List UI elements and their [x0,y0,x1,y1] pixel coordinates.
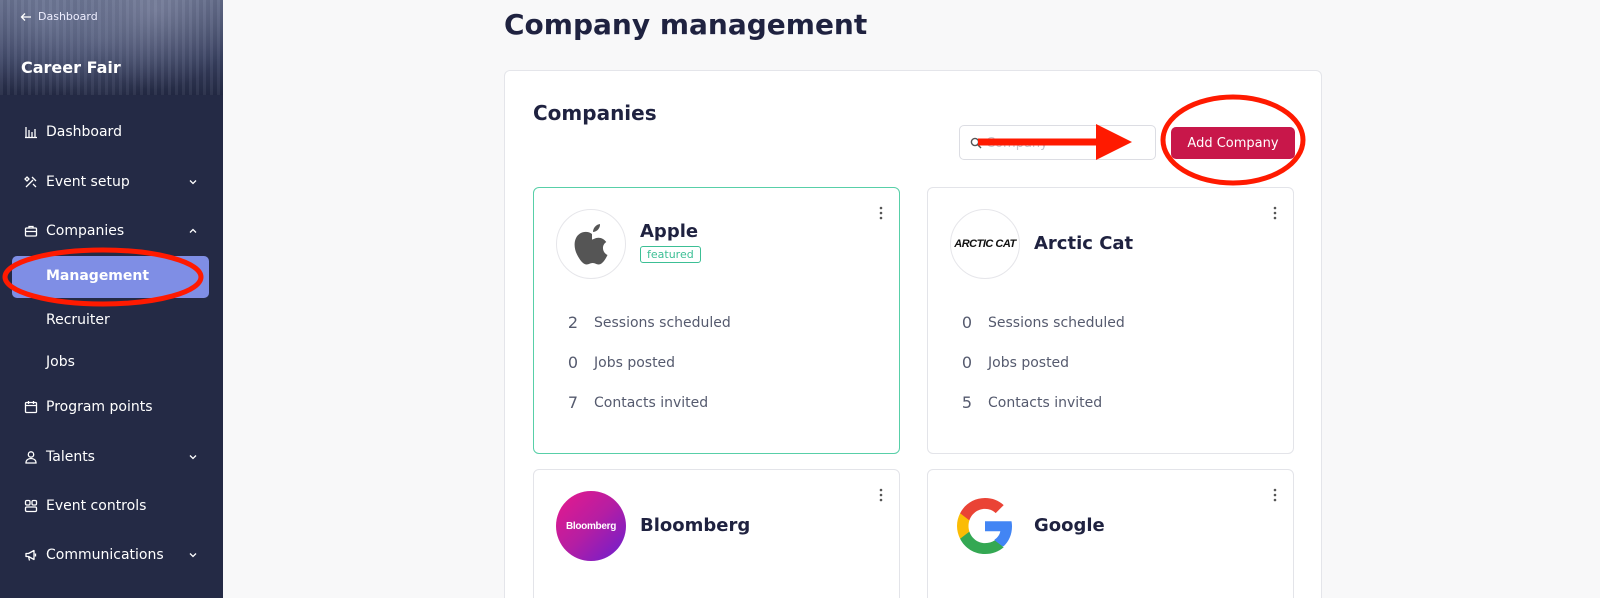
stat-contacts: 5 Contacts invited [950,393,1102,412]
logo-wordmark: ARCTIC CAT [954,238,1016,250]
chevron-down-icon [189,180,197,185]
sidebar-item-companies[interactable]: Companies [24,223,199,239]
event-title: Career Fair [21,58,121,77]
user-icon [25,451,37,464]
company-search [959,125,1156,160]
arctic-cat-logo: ARCTIC CAT [950,209,1020,279]
stat-value: 0 [567,353,579,372]
chevron-up-icon [189,228,197,233]
sidebar-item-label: Communications [46,547,164,563]
stat-value: 0 [961,353,973,372]
stat-value: 7 [567,393,579,412]
apple-logo [556,209,626,279]
bar-chart-icon [25,127,37,139]
calendar-icon [24,401,38,414]
controls-icon [24,499,38,513]
more-options-icon[interactable] [879,488,883,502]
sidebar-item-label: Dashboard [46,124,122,140]
add-company-button[interactable]: Add Company [1171,127,1295,159]
briefcase-icon [24,225,38,237]
sidebar-subitem-jobs[interactable]: Jobs [46,354,75,370]
sidebar-subitem-management[interactable]: Management [12,256,209,298]
search-input[interactable] [986,132,1146,154]
company-card-arctic-cat[interactable]: ARCTIC CAT Arctic Cat 0 Sessions schedule… [927,187,1294,454]
sidebar: Dashboard Career Fair Dashboard Event se… [0,0,223,598]
sidebar-item-dashboard[interactable]: Dashboard [24,124,199,140]
google-logo [950,491,1020,561]
arrow-left-icon [20,12,31,21]
stat-contacts: 7 Contacts invited [556,393,708,412]
more-options-icon[interactable] [1273,206,1277,220]
sidebar-item-program-points[interactable]: Program points [24,399,199,415]
chevron-down-icon [189,455,197,460]
stat-value: 2 [567,313,579,332]
stat-sessions: 2 Sessions scheduled [556,313,731,332]
company-card-google[interactable]: Google [927,469,1294,598]
company-name: Google [1034,515,1105,536]
sidebar-item-label: Event controls [46,498,147,514]
back-to-dashboard-link[interactable]: Dashboard [20,10,98,23]
company-name: Bloomberg [640,515,751,536]
sidebar-item-event-setup[interactable]: Event setup [24,174,199,190]
sidebar-subitem-label: Management [46,268,150,284]
stat-label: Sessions scheduled [988,314,1125,331]
stat-label: Jobs posted [594,354,676,371]
company-card-bloomberg[interactable]: Bloomberg Bloomberg [533,469,900,598]
sidebar-item-label: Event setup [46,174,130,190]
sidebar-item-talents[interactable]: Talents [24,449,199,465]
panel-title: Companies [533,101,657,125]
sidebar-item-label: Companies [46,223,125,239]
megaphone-icon [25,549,37,561]
logo-wordmark: Bloomberg [565,520,617,532]
more-options-icon[interactable] [1273,488,1277,502]
stat-label: Sessions scheduled [594,314,731,331]
sidebar-item-label: Talents [46,449,95,465]
page-title: Company management [504,8,868,41]
stat-jobs: 0 Jobs posted [950,353,1069,372]
chevron-down-icon [189,553,197,558]
more-options-icon[interactable] [879,206,883,220]
sidebar-item-event-controls[interactable]: Event controls [24,498,199,514]
sidebar-item-label: Program points [46,399,153,415]
stat-value: 0 [961,313,973,332]
tools-icon [24,176,37,188]
company-name: Apple [640,221,699,242]
company-card-apple[interactable]: Apple featured 2 Sessions scheduled 0 Jobs… [533,187,900,454]
sidebar-subitem-recruiter[interactable]: Recruiter [46,312,110,328]
company-name: Arctic Cat [1034,233,1134,254]
stat-label: Contacts invited [594,394,709,411]
search-icon [970,137,982,149]
sidebar-item-communications[interactable]: Communications [24,547,199,563]
stat-label: Contacts invited [988,394,1103,411]
stat-value: 5 [961,393,973,412]
stat-sessions: 0 Sessions scheduled [950,313,1125,332]
stat-jobs: 0 Jobs posted [556,353,675,372]
stat-label: Jobs posted [988,354,1070,371]
companies-panel: Companies Add Company Apple featured 2 Se… [504,70,1322,598]
bloomberg-logo: Bloomberg [556,491,626,561]
featured-badge: featured [640,246,701,263]
back-link-label: Dashboard [38,10,98,23]
